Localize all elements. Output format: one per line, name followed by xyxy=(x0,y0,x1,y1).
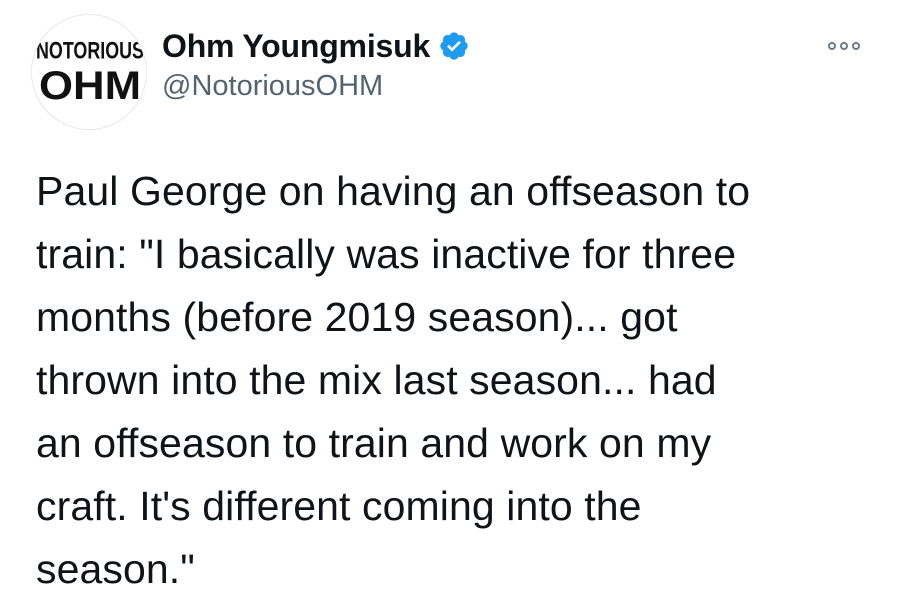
avatar-logo: NOTORIOUS OHM xyxy=(32,15,146,129)
tweet-text: Paul George on having an offseason to tr… xyxy=(36,168,751,592)
verified-badge-icon xyxy=(438,30,470,62)
avatar-text-top: NOTORIOUS xyxy=(36,38,144,65)
avatar[interactable]: NOTORIOUS OHM xyxy=(31,14,147,130)
avatar-text-bottom: OHM xyxy=(39,64,141,108)
more-options-button[interactable] xyxy=(818,34,870,58)
author-handle[interactable]: @NotoriousOHM xyxy=(162,70,383,103)
more-options-icon xyxy=(852,42,860,50)
more-options-icon xyxy=(840,42,848,50)
tweet-card: NOTORIOUS OHM Ohm Youngmisuk @NotoriousO… xyxy=(0,0,900,600)
display-name[interactable]: Ohm Youngmisuk xyxy=(162,28,430,65)
author-name-row: Ohm Youngmisuk xyxy=(162,26,470,66)
more-options-icon xyxy=(828,42,836,50)
